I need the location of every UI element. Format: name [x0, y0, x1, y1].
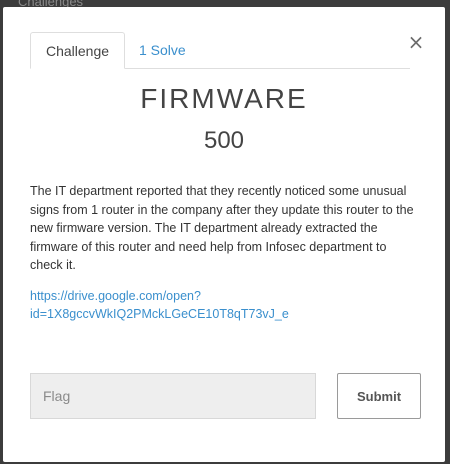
tab-solves[interactable]: 1 Solve	[139, 32, 186, 68]
submit-button[interactable]: Submit	[337, 373, 421, 419]
tab-bar: Challenge 1 Solve	[30, 32, 410, 69]
download-link-line2: id=1X8gccvWkIQ2PMckLGeCE10T8qT73vJ_e	[30, 307, 289, 321]
download-link[interactable]: https://drive.google.com/open? id=1X8gcc…	[30, 287, 330, 323]
challenge-points: 500	[203, 127, 245, 154]
challenge-name: FIRMWARE	[140, 83, 308, 114]
download-link-line1: https://drive.google.com/open?	[30, 289, 201, 303]
challenge-description: The IT department reported that they rec…	[30, 184, 414, 272]
close-icon[interactable]: ×	[407, 32, 425, 52]
challenge-modal: Challenge 1 Solve × FIRMWARE 500 The IT …	[3, 7, 445, 462]
flag-input[interactable]	[30, 373, 316, 419]
tab-challenge[interactable]: Challenge	[30, 32, 125, 69]
